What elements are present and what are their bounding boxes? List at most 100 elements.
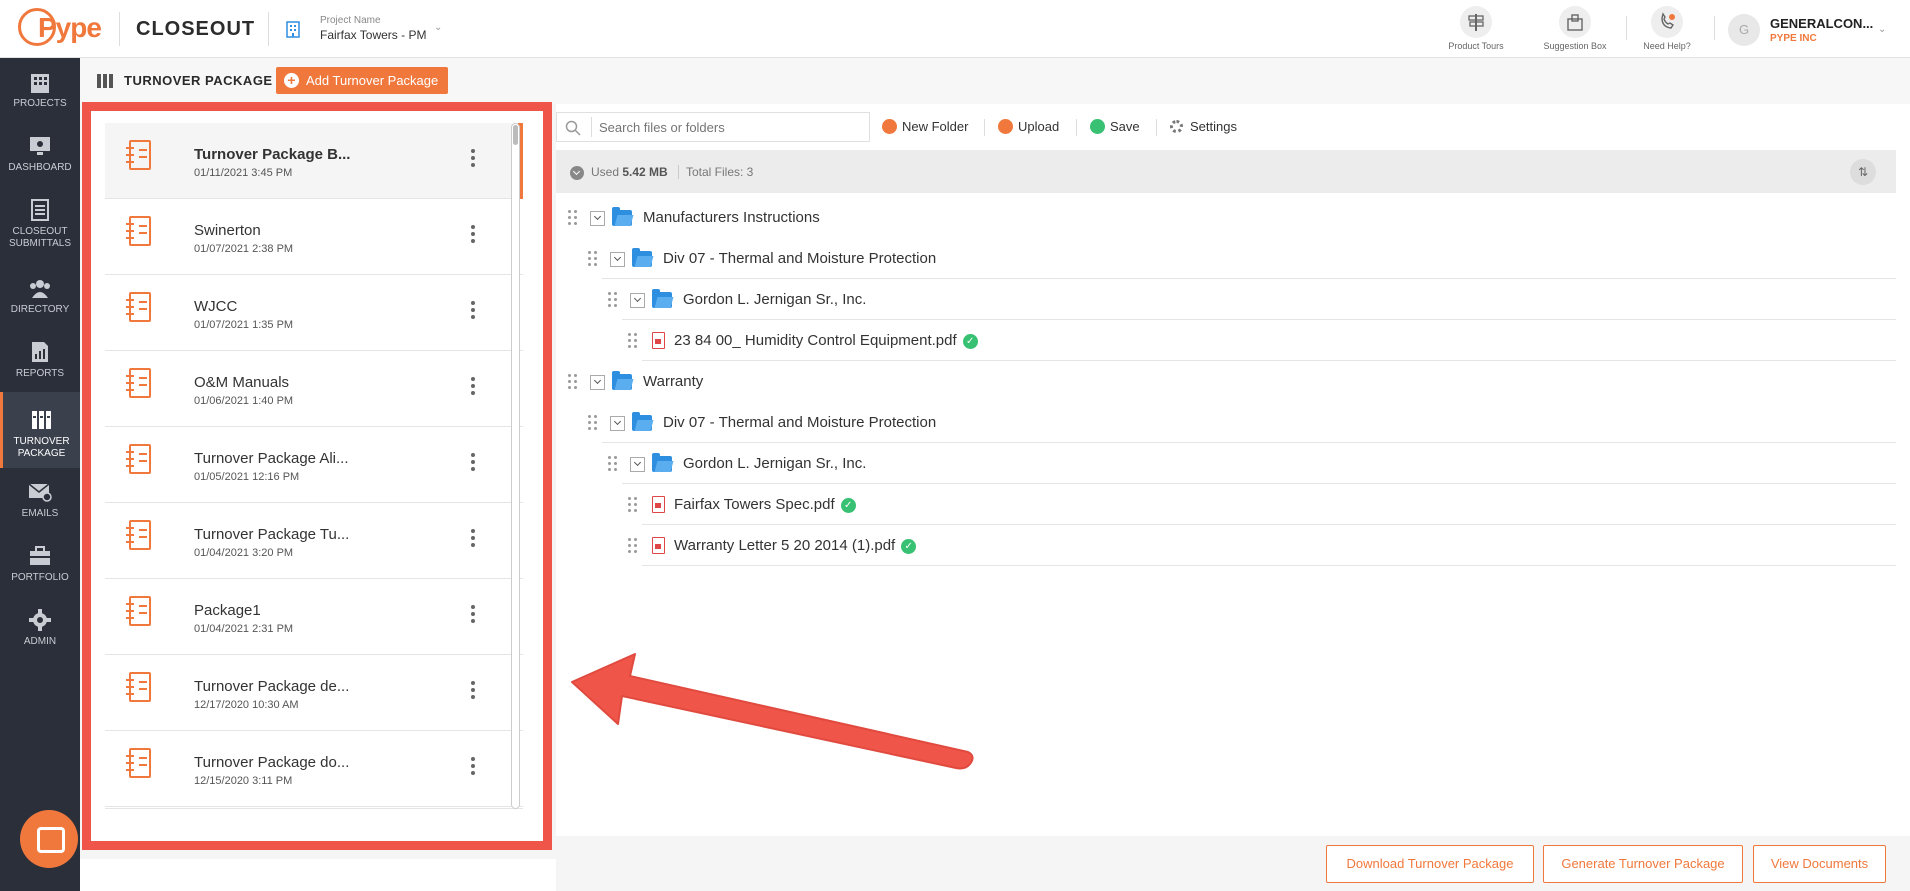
verified-check-icon: ✓ <box>962 334 978 349</box>
sidebar-item-closeout-submittals[interactable]: CLOSEOUT SUBMITTALS <box>0 196 80 262</box>
drag-handle-icon[interactable] <box>628 333 638 349</box>
package-item[interactable]: Turnover Package de... 12/17/2020 10:30 A… <box>105 655 523 731</box>
save-button[interactable]: Save <box>1090 117 1140 137</box>
drag-handle-icon[interactable] <box>588 251 598 267</box>
folder-name: Manufacturers Instructions <box>643 209 820 226</box>
avatar[interactable]: G <box>1728 14 1760 46</box>
package-item[interactable]: Package1 01/04/2021 2:31 PM <box>105 579 523 655</box>
user-name[interactable]: GENERALCON... <box>1770 16 1873 31</box>
collapse-all-icon[interactable] <box>570 166 584 180</box>
new-folder-icon <box>882 119 897 134</box>
pdf-file-icon <box>652 537 665 554</box>
sidebar-item-dashboard[interactable]: DASHBOARD <box>0 132 80 186</box>
package-name: Turnover Package Tu... <box>194 526 350 543</box>
tree-folder-row[interactable]: Gordon L. Jernigan Sr., Inc. <box>608 280 1896 320</box>
download-turnover-package-button[interactable]: Download Turnover Package <box>1326 845 1534 883</box>
drag-handle-icon[interactable] <box>568 210 578 226</box>
package-list-panel: Turnover Package B... 01/11/2021 3:45 PM S… <box>82 102 552 850</box>
drag-handle-icon[interactable] <box>628 538 638 554</box>
suggestion-box-button[interactable]: Suggestion Box <box>1535 6 1615 52</box>
folder-name: Gordon L. Jernigan Sr., Inc. <box>683 455 867 472</box>
new-folder-button[interactable]: New Folder <box>882 117 968 137</box>
settings-button[interactable]: Settings <box>1170 117 1237 137</box>
expand-toggle-icon[interactable] <box>630 457 645 472</box>
binder-icon <box>126 140 151 170</box>
expand-toggle-icon[interactable] <box>630 293 645 308</box>
tree-folder-row[interactable]: Warranty <box>556 362 1896 402</box>
file-name: Warranty Letter 5 20 2014 (1).pdf ✓ <box>674 537 917 554</box>
file-name: 23 84 00_ Humidity Control Equipment.pdf… <box>674 332 978 349</box>
package-item[interactable]: Turnover Package B... 01/11/2021 3:45 PM <box>105 123 523 199</box>
app-brand: CLOSEOUT <box>136 18 256 40</box>
section-header: TURNOVER PACKAGE + Add Turnover Package <box>80 58 1910 104</box>
drag-handle-icon[interactable] <box>588 415 598 431</box>
tree-file-row[interactable]: 23 84 00_ Humidity Control Equipment.pdf… <box>628 321 1896 361</box>
more-options-icon[interactable] <box>467 605 479 627</box>
sort-icon[interactable]: ⇅ <box>1850 159 1876 185</box>
tree-folder-row[interactable]: Div 07 - Thermal and Moisture Protection <box>588 403 1896 443</box>
product-tours-button[interactable]: Product Tours <box>1436 6 1516 52</box>
drag-handle-icon[interactable] <box>608 456 618 472</box>
more-options-icon[interactable] <box>467 301 479 323</box>
tree-file-row[interactable]: Fairfax Towers Spec.pdf ✓ <box>628 485 1896 525</box>
upload-icon <box>998 119 1013 134</box>
chat-launcher-button[interactable] <box>20 810 78 868</box>
package-item[interactable]: O&M Manuals 01/06/2021 1:40 PM <box>105 351 523 427</box>
sidebar-item-reports[interactable]: REPORTS <box>0 338 80 392</box>
expand-toggle-icon[interactable] <box>610 416 625 431</box>
sidebar-item-portfolio[interactable]: PORTFOLIO <box>0 542 80 596</box>
generate-turnover-package-button[interactable]: Generate Turnover Package <box>1543 845 1743 883</box>
expand-toggle-icon[interactable] <box>610 252 625 267</box>
more-options-icon[interactable] <box>467 681 479 703</box>
chevron-down-icon[interactable]: ⌄ <box>1878 24 1886 35</box>
project-selector[interactable]: Fairfax Towers - PM <box>320 28 426 42</box>
chevron-down-icon[interactable]: ⌄ <box>434 22 442 33</box>
tree-folder-row[interactable]: Gordon L. Jernigan Sr., Inc. <box>608 444 1896 484</box>
scrollbar[interactable] <box>511 123 520 809</box>
drag-handle-icon[interactable] <box>608 292 618 308</box>
package-date: 01/07/2021 1:35 PM <box>194 319 294 331</box>
more-options-icon[interactable] <box>467 757 479 779</box>
binder-icon <box>126 596 151 626</box>
expand-toggle-icon[interactable] <box>590 375 605 390</box>
tree-file-row[interactable]: Warranty Letter 5 20 2014 (1).pdf ✓ <box>628 526 1896 566</box>
more-options-icon[interactable] <box>467 377 479 399</box>
folder-icon <box>612 207 632 226</box>
package-item[interactable]: Turnover Package do... 12/15/2020 3:11 PM <box>105 731 523 807</box>
storage-info-bar: Used 5.42 MB Total Files: 3 ⇅ <box>556 150 1896 193</box>
more-options-icon[interactable] <box>467 225 479 247</box>
package-name: O&M Manuals <box>194 374 290 391</box>
package-item[interactable]: Turnover Package Ali... 01/05/2021 12:16 … <box>105 427 523 503</box>
folder-icon <box>652 289 672 308</box>
tree-folder-row[interactable]: Div 07 - Thermal and Moisture Protection <box>588 239 1896 279</box>
package-item[interactable]: WJCC 01/07/2021 1:35 PM <box>105 275 523 351</box>
package-item[interactable]: Swinerton 01/07/2021 2:38 PM <box>105 199 523 275</box>
upload-button[interactable]: Upload <box>998 117 1059 137</box>
pype-logo[interactable]: Pype <box>18 8 108 50</box>
binder-icon <box>126 520 151 550</box>
sidebar-item-turnover-package[interactable]: TURNOVER PACKAGE <box>0 392 80 468</box>
sidebar-item-directory[interactable]: DIRECTORY <box>0 274 80 328</box>
expand-toggle-icon[interactable] <box>590 211 605 226</box>
gear-icon <box>29 609 51 631</box>
sidebar-item-projects[interactable]: PROJECTS <box>0 68 80 122</box>
drag-handle-icon[interactable] <box>568 374 578 390</box>
search-box[interactable] <box>556 112 870 142</box>
need-help-button[interactable]: Need Help? <box>1627 6 1707 52</box>
more-options-icon[interactable] <box>467 453 479 475</box>
more-options-icon[interactable] <box>467 149 479 171</box>
footer-actions: Download Turnover Package Generate Turno… <box>556 836 1910 891</box>
more-options-icon[interactable] <box>467 529 479 551</box>
search-input[interactable] <box>599 117 859 137</box>
package-name: Turnover Package de... <box>194 678 350 695</box>
add-turnover-package-button[interactable]: + Add Turnover Package <box>276 67 449 94</box>
sidebar-item-admin[interactable]: ADMIN <box>0 606 80 660</box>
tree-folder-row[interactable]: Manufacturers Instructions <box>556 198 1896 238</box>
sidebar-item-emails[interactable]: EMAILS <box>0 478 80 532</box>
drag-handle-icon[interactable] <box>628 497 638 513</box>
report-chart-icon <box>32 342 48 362</box>
package-item[interactable]: Turnover Package Tu... 01/04/2021 3:20 PM <box>105 503 523 579</box>
view-documents-button[interactable]: View Documents <box>1753 845 1886 883</box>
briefcase-icon <box>30 546 50 565</box>
people-icon <box>30 280 50 298</box>
